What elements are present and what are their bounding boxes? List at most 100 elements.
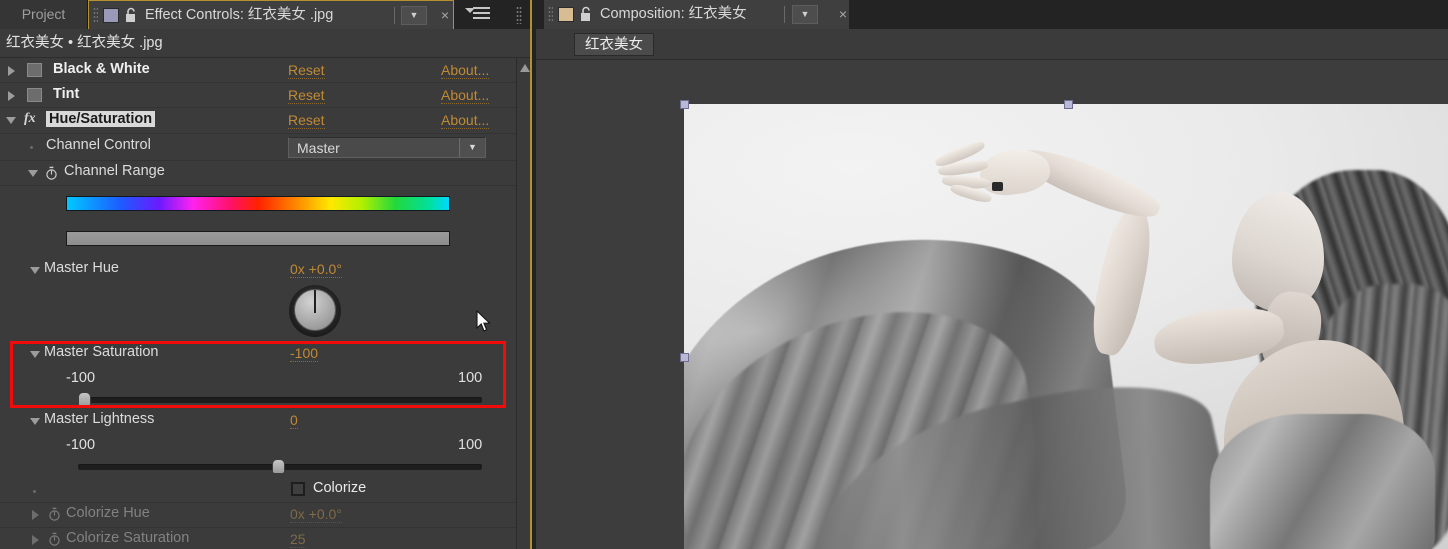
effect-enable-checkbox[interactable] [27,63,42,77]
about-button[interactable]: About... [441,112,490,129]
left-tab-bar: Project Effect Controls: 红衣美女 .jpg ▼ × [0,0,532,29]
mouse-cursor [476,309,492,334]
disclosure-triangle-icon[interactable] [8,66,15,76]
breadcrumb: 红衣美女 • 红衣美女 .jpg [6,35,163,51]
tab-effect-controls-title: Effect Controls: 红衣美女 .jpg [145,7,334,23]
property-row-colorize-hue: Colorize Hue 0x +0.0° [0,503,516,528]
composition-panel: Composition: 红衣美女 ▼ × 红衣美女 [536,0,1448,549]
reset-button[interactable]: Reset [288,87,325,104]
effect-name: Black & White [53,61,150,77]
close-icon[interactable]: × [436,1,454,30]
property-label: Channel Control [46,137,151,153]
tab-grip-icon[interactable] [548,6,553,23]
effect-name: Hue/Saturation [46,111,156,127]
property-label: Colorize Saturation [66,530,190,546]
colorize-saturation-value[interactable]: 25 [290,531,306,548]
property-label: Master Lightness [44,411,155,427]
photo-ring [992,182,1003,191]
effect-controls-header: 红衣美女 • 红衣美女 .jpg [0,29,532,58]
selection-handle-top-center[interactable] [1064,100,1073,109]
photo-forearm [1084,203,1160,359]
master-saturation-value[interactable]: -100 [290,345,319,362]
stopwatch-icon[interactable] [48,507,61,521]
master-lightness-slider-thumb[interactable] [272,459,285,474]
effect-controls-panel: Project Effect Controls: 红衣美女 .jpg ▼ × 红… [0,0,532,549]
disclosure-triangle-icon[interactable] [30,351,40,358]
master-saturation-slider-track[interactable] [78,397,482,403]
slider-max-label: 100 [458,370,483,386]
colorize-checkbox[interactable] [291,482,305,496]
effect-property-list: Black & White Reset About... Tint Reset … [0,58,516,549]
colorize-label: Colorize [313,480,367,496]
master-hue-value[interactable]: 0x +0.0° [290,261,342,278]
chevron-down-icon[interactable]: ▼ [792,5,818,24]
composition-name-chip[interactable]: 红衣美女 [574,33,654,56]
reset-button[interactable]: Reset [288,62,325,79]
hue-gradient-bar[interactable] [66,196,450,211]
property-bullet-icon [30,146,33,149]
property-label: Channel Range [64,163,165,179]
channel-range-slider-bar[interactable] [66,231,450,246]
effect-row-hue-saturation[interactable]: fx Hue/Saturation Reset About... [0,108,516,134]
disclosure-triangle-icon[interactable] [30,267,40,274]
property-label: Master Saturation [44,344,159,360]
property-row-master-lightness: Master Lightness 0 -100 100 [0,411,516,477]
disclosure-triangle-icon[interactable] [28,170,38,177]
selection-handle-left-center[interactable] [680,353,689,362]
slider-max-label: 100 [458,437,483,453]
lock-icon[interactable] [578,5,594,24]
channel-range-bars [0,186,516,268]
after-effects-window: Project Effect Controls: 红衣美女 .jpg ▼ × 红… [0,0,1448,549]
composition-sub-bar: 红衣美女 [536,29,1448,60]
effect-row-tint[interactable]: Tint Reset About... [0,83,516,108]
stopwatch-icon[interactable] [45,166,58,180]
tab-composition-title: Composition: 红衣美女 [600,6,747,22]
property-bullet-icon [33,490,36,493]
photo-dress [1210,414,1435,549]
composition-viewer[interactable] [536,60,1448,549]
panel-color-swatch-icon [558,7,574,22]
panel-menu-icon[interactable] [465,5,491,23]
channel-control-value: Master [297,140,340,156]
tab-composition[interactable]: Composition: 红衣美女 ▼ × [544,0,849,29]
scroll-up-arrow-icon[interactable] [520,64,530,72]
right-tab-bar: Composition: 红衣美女 ▼ × [536,0,1448,29]
effect-enable-checkbox[interactable] [27,88,42,102]
close-icon[interactable]: × [834,0,852,29]
master-saturation-slider-thumb[interactable] [78,392,91,407]
property-row-colorize: Colorize [0,477,516,503]
effect-row-black-and-white[interactable]: Black & White Reset About... [0,58,516,83]
tab-separator [784,6,785,23]
master-lightness-value[interactable]: 0 [290,412,298,429]
chevron-down-icon[interactable]: ▼ [401,6,427,25]
slider-min-label: -100 [66,437,96,453]
about-button[interactable]: About... [441,62,490,79]
tab-effect-controls[interactable]: Effect Controls: 红衣美女 .jpg ▼ × [88,0,454,29]
property-row-channel-range: Channel Range [0,161,516,186]
lock-icon[interactable] [123,6,139,25]
about-button[interactable]: About... [441,87,490,104]
disclosure-triangle-icon[interactable] [30,418,40,425]
disclosure-triangle-icon[interactable] [8,91,15,101]
tab-project[interactable]: Project [0,0,88,29]
colorize-hue-value[interactable]: 0x +0.0° [290,506,342,523]
property-label: Colorize Hue [66,505,150,521]
disclosure-triangle-icon[interactable] [6,117,16,124]
tab-grip-icon[interactable] [93,7,98,24]
fx-badge-icon[interactable]: fx [24,111,36,127]
channel-control-dropdown[interactable]: Master ▼ [288,137,486,158]
disclosure-triangle-icon[interactable] [32,535,39,545]
master-hue-dial[interactable] [289,285,341,337]
panel-resize-grip-icon[interactable] [516,6,522,24]
property-row-channel-control: Channel Control Master ▼ [0,134,516,161]
panel-active-border [530,0,532,549]
dial-needle-icon [314,290,316,313]
selection-handle-top-left[interactable] [680,100,689,109]
chevron-down-icon[interactable]: ▼ [459,138,485,157]
composition-image[interactable] [684,104,1448,549]
reset-button[interactable]: Reset [288,112,325,129]
stopwatch-icon[interactable] [48,532,61,546]
disclosure-triangle-icon[interactable] [32,510,39,520]
slider-min-label: -100 [66,370,96,386]
property-row-master-hue: Master Hue 0x +0.0° [0,260,516,338]
